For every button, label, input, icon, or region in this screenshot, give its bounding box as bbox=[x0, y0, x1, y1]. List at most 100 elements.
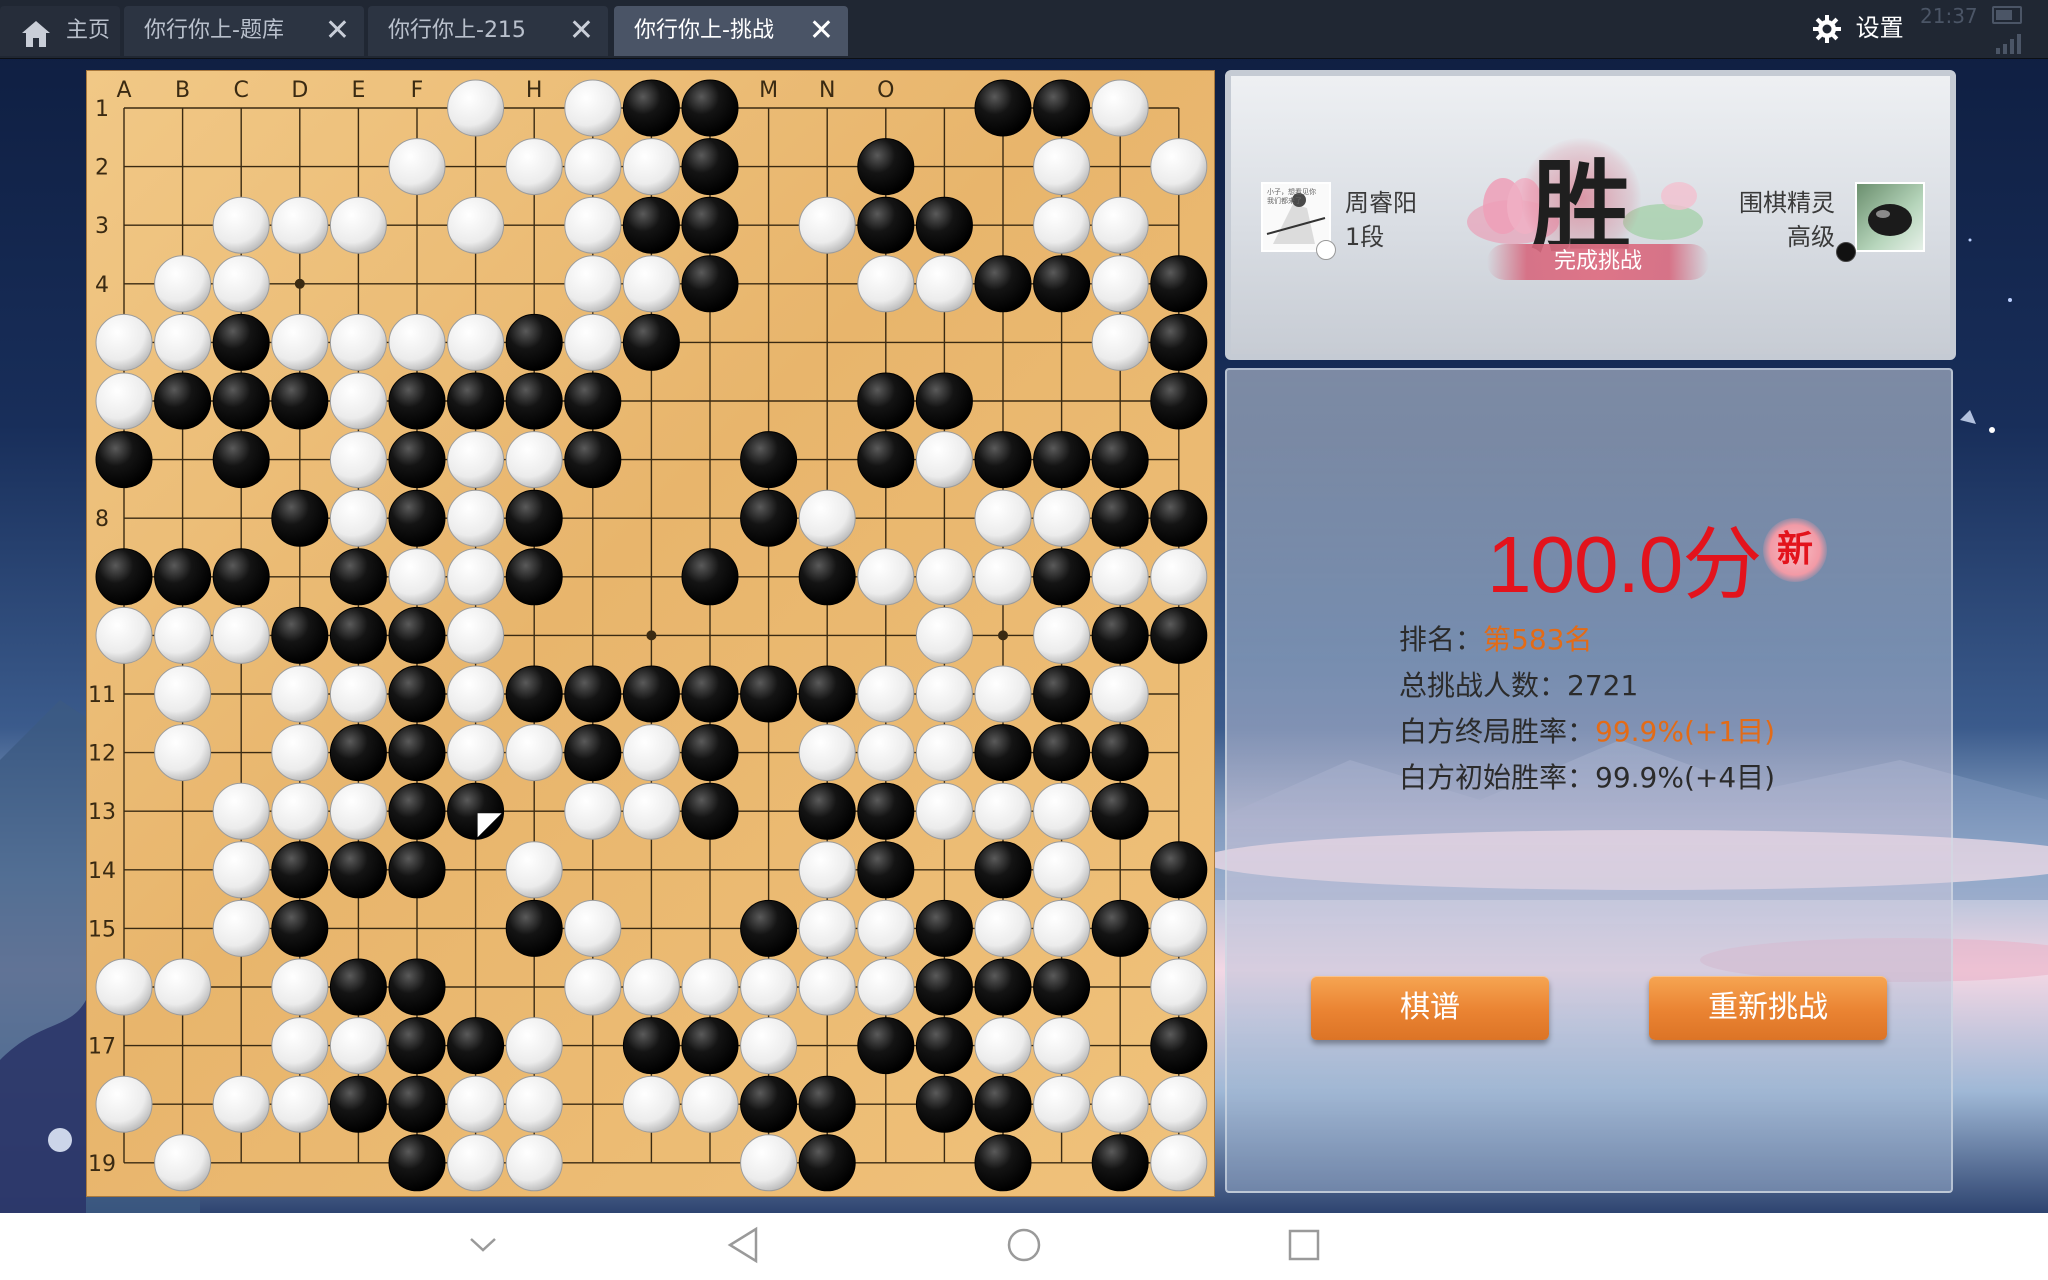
black-stone bbox=[505, 313, 563, 371]
black-stone bbox=[857, 782, 915, 840]
system-nav-bar bbox=[0, 1213, 2048, 1280]
row-label: 19 bbox=[88, 1152, 116, 1177]
player-left-name: 周睿阳 bbox=[1345, 189, 1417, 217]
tab-home[interactable]: 主页 bbox=[0, 6, 120, 56]
row-label: 15 bbox=[88, 917, 116, 942]
white-stone bbox=[271, 958, 329, 1016]
black-stone bbox=[915, 1017, 973, 1075]
white-stone bbox=[212, 255, 270, 313]
black-stone bbox=[564, 431, 622, 489]
black-stone bbox=[271, 372, 329, 430]
white-stone bbox=[857, 665, 915, 723]
black-stone bbox=[798, 1134, 856, 1192]
white-stone bbox=[95, 372, 153, 430]
stat-value: 99.9%(+4目) bbox=[1595, 761, 1776, 794]
white-stone bbox=[212, 1075, 270, 1133]
go-board[interactable]: ABCDEFHLMNOS1234811121314151719 bbox=[86, 70, 1215, 1197]
game-record-button[interactable]: 棋谱 bbox=[1311, 976, 1549, 1040]
black-stone bbox=[329, 606, 387, 664]
white-stone bbox=[154, 255, 212, 313]
black-stone bbox=[1033, 548, 1091, 606]
white-stone bbox=[1033, 841, 1091, 899]
white-stone bbox=[974, 899, 1032, 957]
white-stone bbox=[154, 606, 212, 664]
white-stone bbox=[388, 138, 446, 196]
white-stone bbox=[1091, 665, 1149, 723]
stat-label: 白方终局胜率： bbox=[1399, 715, 1596, 748]
black-stone bbox=[154, 548, 212, 606]
black-stone bbox=[505, 372, 563, 430]
white-stone bbox=[329, 313, 387, 371]
white-stone bbox=[622, 782, 680, 840]
star-point bbox=[998, 630, 1008, 641]
black-stone bbox=[622, 79, 680, 137]
black-stone bbox=[915, 958, 973, 1016]
black-stone bbox=[388, 841, 446, 899]
black-stone bbox=[212, 431, 270, 489]
tab-215[interactable]: 你行你上-215 ✕ bbox=[368, 6, 608, 56]
black-stone bbox=[857, 431, 915, 489]
white-stone bbox=[798, 899, 856, 957]
black-stone bbox=[681, 782, 739, 840]
stat-label: 排名： bbox=[1399, 623, 1484, 656]
complete-challenge-label: 完成挑战 bbox=[1553, 249, 1642, 274]
white-stone bbox=[447, 196, 505, 254]
white-stone bbox=[622, 724, 680, 782]
black-stone bbox=[622, 665, 680, 723]
row-label: 2 bbox=[95, 156, 109, 181]
black-stone bbox=[329, 1075, 387, 1133]
avatar-caption: 小子，想看见你 我们都来了 bbox=[1267, 188, 1316, 205]
retry-challenge-button[interactable]: 重新挑战 bbox=[1649, 976, 1887, 1040]
black-stone bbox=[388, 782, 446, 840]
black-stone bbox=[1033, 958, 1091, 1016]
stat-label: 白方初始胜率： bbox=[1399, 761, 1596, 794]
square-recents-icon[interactable] bbox=[1286, 1225, 1322, 1265]
black-stone bbox=[681, 138, 739, 196]
go-board-grid: ABCDEFHLMNOS1234811121314151719 bbox=[88, 78, 1208, 1192]
white-stone bbox=[1033, 1075, 1091, 1133]
white-stone bbox=[1091, 79, 1149, 137]
tab-challenge[interactable]: 你行你上-挑战 ✕ bbox=[614, 6, 848, 56]
white-stone bbox=[95, 1075, 153, 1133]
white-stone bbox=[1150, 1134, 1208, 1192]
white-stone bbox=[681, 1075, 739, 1133]
white-stone bbox=[915, 665, 973, 723]
black-stone bbox=[681, 724, 739, 782]
column-label: C bbox=[234, 78, 249, 103]
stat-rank: 排名：第583名 bbox=[1399, 620, 1592, 660]
black-stone bbox=[505, 489, 563, 547]
white-stone bbox=[212, 899, 270, 957]
black-stone bbox=[271, 841, 329, 899]
tab-bar: 主页 你行你上-题库 ✕ 你行你上-215 ✕ 你行你上-挑战 ✕ 设置 21:… bbox=[0, 0, 2048, 59]
black-stone bbox=[857, 138, 915, 196]
white-stone bbox=[1150, 958, 1208, 1016]
close-icon[interactable]: ✕ bbox=[569, 6, 594, 56]
settings-button[interactable]: 设置 bbox=[1812, 8, 1904, 48]
black-stone bbox=[681, 548, 739, 606]
white-stone bbox=[1091, 548, 1149, 606]
tab-question-bank[interactable]: 你行你上-题库 ✕ bbox=[124, 6, 364, 56]
black-stone bbox=[212, 372, 270, 430]
black-stone bbox=[1033, 431, 1091, 489]
close-icon[interactable]: ✕ bbox=[809, 6, 834, 56]
black-stone bbox=[1033, 665, 1091, 723]
triangle-back-icon[interactable] bbox=[726, 1225, 760, 1265]
white-stone bbox=[915, 782, 973, 840]
black-stone bbox=[95, 548, 153, 606]
signal-icon bbox=[1996, 34, 2021, 54]
white-stone bbox=[564, 899, 622, 957]
circle-home-icon[interactable] bbox=[1004, 1225, 1044, 1265]
white-stone bbox=[388, 548, 446, 606]
white-stone bbox=[388, 313, 446, 371]
black-stone bbox=[798, 665, 856, 723]
close-icon[interactable]: ✕ bbox=[325, 6, 350, 56]
white-stone bbox=[1150, 1075, 1208, 1133]
stat-total-challengers: 总挑战人数：2721 bbox=[1399, 666, 1638, 706]
black-stone bbox=[1150, 1017, 1208, 1075]
white-stone bbox=[915, 724, 973, 782]
white-stone bbox=[447, 79, 505, 137]
black-stone bbox=[1150, 255, 1208, 313]
column-label: E bbox=[351, 78, 365, 103]
chevron-down-icon[interactable] bbox=[468, 1235, 498, 1255]
row-label: 11 bbox=[88, 683, 116, 708]
